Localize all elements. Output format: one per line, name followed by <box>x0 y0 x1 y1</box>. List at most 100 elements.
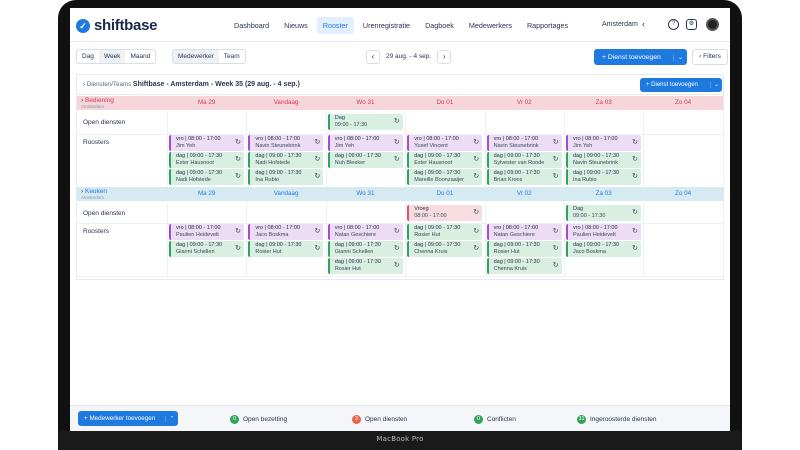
day-header[interactable]: Vr 02 <box>485 187 564 201</box>
nav-item-urenregistratie[interactable]: Urenregistratie <box>357 17 416 34</box>
shift-card[interactable]: vro | 08:00 - 17:00 Jim Yeh ↻ <box>327 135 403 151</box>
view-maand[interactable]: Maand <box>125 50 155 63</box>
shift-card[interactable]: dag | 09:00 - 17:30 Gianni Schellen ↻ <box>169 241 244 257</box>
shift-card[interactable]: dag | 09:00 - 17:30 Chenna Kruis ↻ <box>486 258 562 274</box>
shift-card[interactable]: dag | 09:00 - 17:30 Gianni Schellen ↻ <box>327 241 403 257</box>
shift-card[interactable]: vro | 08:00 - 17:00 Navin Steunebrink ↻ <box>486 135 562 151</box>
shift-card[interactable]: vro | 08:00 - 17:00 Jaco Boskma ↻ <box>248 224 324 240</box>
shift-card[interactable]: Dag 09:00 - 17:30 ↻ <box>327 114 403 130</box>
refresh-icon[interactable]: ↻ <box>632 139 638 146</box>
shift-card[interactable]: dag | 09:00 - 17:30 Ester Hausnoot ↻ <box>407 152 483 168</box>
shift-card[interactable]: vro | 08:00 - 17:00 Natan Geschiere ↻ <box>486 224 562 240</box>
refresh-icon[interactable]: ↻ <box>235 173 241 180</box>
view-week[interactable]: Week <box>98 50 126 63</box>
refresh-icon[interactable]: ↻ <box>394 228 400 235</box>
shift-card[interactable]: dag | 09:00 - 17:30 Sylvester van Roode ↻ <box>486 152 562 168</box>
nav-item-rapportages[interactable]: Rapportages <box>521 17 574 34</box>
shift-card[interactable]: dag | 09:00 - 17:30 Rosier Hut ↻ <box>248 241 324 257</box>
nav-item-medewerkers[interactable]: Medewerkers <box>463 17 518 34</box>
refresh-icon[interactable]: ↻ <box>235 245 241 252</box>
nav-item-nieuws[interactable]: Nieuws <box>278 17 314 34</box>
day-header[interactable]: Vandaag <box>246 96 325 110</box>
add-employee-button[interactable]: + Medewerker toevoegen ⌃ <box>78 411 178 426</box>
chevron-down-icon[interactable]: ⌄ <box>710 82 722 88</box>
chevron-down-icon[interactable]: ⌃ <box>165 415 178 422</box>
nav-item-dagboek[interactable]: Dagboek <box>419 17 460 34</box>
refresh-icon[interactable]: ↻ <box>315 173 321 180</box>
logo[interactable]: ✓ shiftbase <box>76 17 157 34</box>
shift-card[interactable]: vro | 08:00 - 17:00 Yusef Vincent ↻ <box>407 135 483 151</box>
shift-card[interactable]: dag | 09:00 - 17:30 Ina Rubio ↻ <box>566 169 641 185</box>
refresh-icon[interactable]: ↻ <box>235 228 241 235</box>
shift-card[interactable]: vro | 08:00 - 17:00 Paulien Heidevelt ↻ <box>566 224 641 240</box>
department-name[interactable]: › Keuken Amsterdam <box>77 187 167 201</box>
refresh-icon[interactable]: ↻ <box>553 173 559 180</box>
gear-icon[interactable]: ⚙ <box>686 19 697 30</box>
avatar[interactable] <box>706 18 719 31</box>
refresh-icon[interactable]: ↻ <box>473 245 479 252</box>
refresh-icon[interactable]: ↻ <box>632 173 638 180</box>
refresh-icon[interactable]: ↻ <box>235 139 241 146</box>
filters-button[interactable]: ‹ Filters <box>692 49 728 65</box>
shift-card[interactable]: dag | 09:00 - 17:30 Nadi Hofstede ↻ <box>248 152 324 168</box>
next-week-button[interactable]: › <box>437 49 452 64</box>
refresh-icon[interactable]: ↻ <box>394 139 400 146</box>
refresh-icon[interactable]: ↻ <box>315 139 321 146</box>
day-header[interactable]: Do 01 <box>405 187 484 201</box>
refresh-icon[interactable]: ↻ <box>553 262 559 269</box>
refresh-icon[interactable]: ↻ <box>473 173 479 180</box>
day-header[interactable]: Za 03 <box>564 187 643 201</box>
refresh-icon[interactable]: ↻ <box>473 209 479 216</box>
shift-card[interactable]: dag | 09:00 - 17:30 Rosier Hut ↻ <box>486 241 562 257</box>
shift-card[interactable]: dag | 09:00 - 17:30 Rosier Hut ↻ <box>407 224 483 240</box>
refresh-icon[interactable]: ↻ <box>632 245 638 252</box>
shift-card[interactable]: dag | 09:00 - 17:30 Brian Kroos ↻ <box>486 169 562 185</box>
shift-card[interactable]: dag | 09:00 - 17:30 Nuh Bleeker ↻ <box>327 152 403 168</box>
shift-card[interactable]: dag | 09:00 - 17:30 Nadi Hofstede ↻ <box>169 169 244 185</box>
day-header[interactable]: Wo 31 <box>326 96 405 110</box>
prev-week-button[interactable]: ‹ <box>366 49 380 64</box>
refresh-icon[interactable]: ↻ <box>632 209 638 216</box>
shift-card[interactable]: dag | 09:00 - 17:30 Jaco Boskma ↻ <box>566 241 641 257</box>
refresh-icon[interactable]: ↻ <box>553 156 559 163</box>
refresh-icon[interactable]: ↻ <box>473 156 479 163</box>
group-team[interactable]: Team <box>219 50 245 63</box>
refresh-icon[interactable]: ↻ <box>394 245 400 252</box>
refresh-icon[interactable]: ↻ <box>315 245 321 252</box>
day-header[interactable]: Za 03 <box>564 96 643 110</box>
day-header[interactable]: Ma 29 <box>167 187 246 201</box>
shift-card[interactable]: dag | 09:00 - 17:30 Navin Steunebrink ↻ <box>566 152 641 168</box>
location-selector[interactable]: Amsterdam <box>602 21 638 28</box>
day-header[interactable]: Vr 02 <box>485 96 564 110</box>
refresh-icon[interactable]: ↻ <box>553 139 559 146</box>
refresh-icon[interactable]: ↻ <box>553 228 559 235</box>
refresh-icon[interactable]: ↻ <box>632 228 638 235</box>
shift-card[interactable]: dag | 09:00 - 17:30 Chenna Kruis ↻ <box>407 241 483 257</box>
shift-card[interactable]: vro | 08:00 - 17:00 Natan Geschiere ↻ <box>327 224 403 240</box>
add-shift-button[interactable]: + Dienst toevoegen ⌄ <box>594 49 687 65</box>
refresh-icon[interactable]: ↻ <box>315 228 321 235</box>
day-header[interactable]: Ma 29 <box>167 96 246 110</box>
refresh-icon[interactable]: ↻ <box>632 156 638 163</box>
refresh-icon[interactable]: ↻ <box>473 139 479 146</box>
shift-card[interactable]: vro | 08:00 - 17:00 Navin Steunebrink ↻ <box>248 135 324 151</box>
department-name[interactable]: › Bediening Amsterdam <box>77 96 167 110</box>
day-header[interactable]: Do 01 <box>405 96 484 110</box>
refresh-icon[interactable]: ↻ <box>235 156 241 163</box>
shift-card[interactable]: Dag 09:00 - 17:30 ↻ <box>566 205 641 221</box>
shift-card[interactable]: dag | 09:00 - 17:30 Ester Hausnoot ↻ <box>169 152 244 168</box>
chevron-right-icon[interactable]: › <box>83 81 85 88</box>
day-header[interactable]: Zo 04 <box>643 187 722 201</box>
help-icon[interactable]: ? <box>668 19 679 30</box>
refresh-icon[interactable]: ↻ <box>394 118 400 125</box>
refresh-icon[interactable]: ↻ <box>473 228 479 235</box>
day-header[interactable]: Zo 04 <box>643 96 722 110</box>
nav-item-rooster[interactable]: Rooster <box>316 17 354 34</box>
shift-card[interactable]: dag | 09:00 - 17:30 Ina Rubio ↻ <box>248 169 324 185</box>
panel-add-shift-button[interactable]: + Dienst toevoegen ⌄ <box>640 78 722 92</box>
shift-card[interactable]: vro | 08:00 - 17:00 Jim Yeh ↻ <box>566 135 641 151</box>
group-medewerker[interactable]: Medewerker <box>173 50 219 63</box>
chevron-down-icon[interactable]: ⌄ <box>673 53 687 61</box>
breadcrumb-prefix[interactable]: Diensten/Teams <box>87 81 131 88</box>
nav-item-dashboard[interactable]: Dashboard <box>228 17 275 34</box>
